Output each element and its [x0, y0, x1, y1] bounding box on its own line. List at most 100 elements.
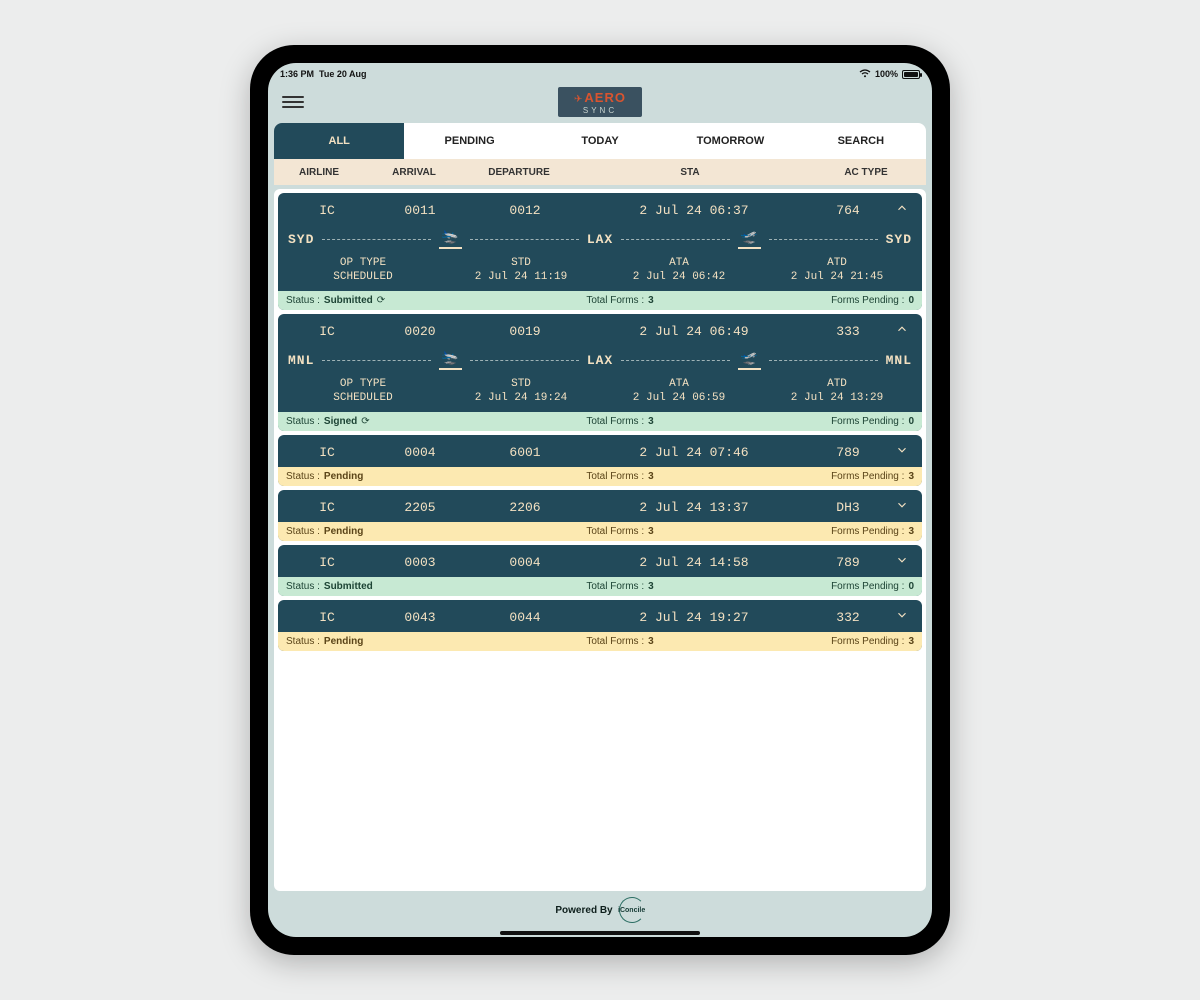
- ata-label: ATA: [600, 257, 758, 269]
- status-bar-row: Status : Submitted⟳Total Forms : 3Forms …: [278, 291, 922, 310]
- ac-type-value: 789: [808, 445, 888, 460]
- chevron-down-icon[interactable]: [888, 443, 916, 461]
- tab-pending[interactable]: PENDING: [404, 123, 534, 159]
- arrival-number: 0003: [370, 555, 470, 570]
- flight-summary-row[interactable]: IC220522062 Jul 24 13:37DH3: [278, 490, 922, 522]
- arrival-number: 0004: [370, 445, 470, 460]
- tab-all[interactable]: ALL: [274, 123, 404, 159]
- plane-takeoff-icon: 🛫: [738, 229, 760, 249]
- route-row: MNL🛬LAX🛫MNL: [278, 346, 922, 376]
- chevron-up-icon[interactable]: [888, 322, 916, 340]
- plane-landing-icon: 🛬: [439, 350, 461, 370]
- status-label: Status :: [286, 581, 320, 592]
- forms-pending-value: 0: [908, 581, 914, 592]
- detail-values-row: SCHEDULED2 Jul 24 19:242 Jul 24 06:592 J…: [278, 392, 922, 412]
- total-forms-value: 3: [648, 416, 654, 427]
- op-type-value: SCHEDULED: [284, 392, 442, 404]
- arrival-number: 0011: [370, 203, 470, 218]
- battery-percent: 100%: [875, 69, 898, 79]
- flight-summary-row[interactable]: IC004300442 Jul 24 19:27332: [278, 600, 922, 632]
- total-forms-label: Total Forms :: [586, 471, 644, 482]
- flight-summary-row[interactable]: IC000460012 Jul 24 07:46789: [278, 435, 922, 467]
- battery-icon: [902, 70, 920, 79]
- chevron-down-icon[interactable]: [888, 498, 916, 516]
- forms-pending-label: Forms Pending :: [831, 471, 904, 482]
- status-label: Status :: [286, 526, 320, 537]
- status-value: Submitted: [324, 581, 373, 592]
- total-forms-value: 3: [648, 636, 654, 647]
- device-status-bar: 1:36 PM Tue 20 Aug 100%: [268, 63, 932, 81]
- ac-type-value: DH3: [808, 500, 888, 515]
- flight-card: IC002000192 Jul 24 06:49333MNL🛬LAX🛫MNLOP…: [278, 314, 922, 431]
- sta-value: 2 Jul 24 13:37: [580, 500, 808, 515]
- ac-type-value: 332: [808, 610, 888, 625]
- status-value: Submitted: [324, 295, 373, 306]
- forms-pending-label: Forms Pending :: [831, 581, 904, 592]
- forms-pending-label: Forms Pending :: [831, 295, 904, 306]
- menu-button[interactable]: [282, 93, 304, 111]
- flight-summary-row[interactable]: IC001100122 Jul 24 06:37764: [278, 193, 922, 225]
- flight-card: IC220522062 Jul 24 13:37DH3Status : Pend…: [278, 490, 922, 541]
- forms-pending-value: 3: [908, 636, 914, 647]
- sta-value: 2 Jul 24 14:58: [580, 555, 808, 570]
- arrival-number: 0043: [370, 610, 470, 625]
- chevron-down-icon[interactable]: [888, 608, 916, 626]
- home-indicator[interactable]: [500, 931, 700, 935]
- ac-type-value: 789: [808, 555, 888, 570]
- flight-card: IC004300442 Jul 24 19:27332Status : Pend…: [278, 600, 922, 651]
- arrival-number: 2205: [370, 500, 470, 515]
- status-value: Pending: [324, 636, 363, 647]
- refresh-icon[interactable]: ⟳: [361, 416, 369, 427]
- footer: Powered By iConcile: [268, 891, 932, 937]
- atd-value: 2 Jul 24 21:45: [758, 271, 916, 283]
- airline-code: IC: [284, 445, 370, 460]
- route-dest: SYD: [886, 232, 912, 247]
- status-bar-row: Status : PendingTotal Forms : 3Forms Pen…: [278, 632, 922, 651]
- chevron-up-icon[interactable]: [888, 201, 916, 219]
- sta-value: 2 Jul 24 07:46: [580, 445, 808, 460]
- detail-labels-row: OP TYPESTDATAATD: [278, 255, 922, 271]
- std-label: STD: [442, 257, 600, 269]
- forms-pending-value: 0: [908, 295, 914, 306]
- flight-card: IC000300042 Jul 24 14:58789 Status : Subm…: [278, 545, 922, 596]
- departure-number: 6001: [470, 445, 580, 460]
- tab-today[interactable]: TODAY: [535, 123, 665, 159]
- status-label: Status :: [286, 295, 320, 306]
- tablet-frame: 1:36 PM Tue 20 Aug 100% ✈AERO SYNC: [250, 45, 950, 955]
- atd-label: ATD: [758, 378, 916, 390]
- status-bar-row: Status : PendingTotal Forms : 3Forms Pen…: [278, 467, 922, 486]
- plane-landing-icon: 🛬: [439, 229, 461, 249]
- sta-value: 2 Jul 24 06:49: [580, 324, 808, 339]
- flight-card: IC001100122 Jul 24 06:37764SYD🛬LAX🛫SYDOP…: [278, 193, 922, 310]
- tab-tomorrow[interactable]: TOMORROW: [665, 123, 795, 159]
- forms-pending-value: 0: [908, 416, 914, 427]
- col-ac-type: AC TYPE: [806, 167, 926, 178]
- flight-summary-row[interactable]: IC002000192 Jul 24 06:49333: [278, 314, 922, 346]
- ata-value: 2 Jul 24 06:42: [600, 271, 758, 283]
- airline-code: IC: [284, 500, 370, 515]
- forms-pending-label: Forms Pending :: [831, 416, 904, 427]
- status-label: Status :: [286, 636, 320, 647]
- status-value: Signed: [324, 416, 357, 427]
- detail-labels-row: OP TYPESTDATAATD: [278, 376, 922, 392]
- total-forms-label: Total Forms :: [586, 295, 644, 306]
- flight-list[interactable]: IC001100122 Jul 24 06:37764SYD🛬LAX🛫SYDOP…: [274, 189, 926, 891]
- departure-number: 0004: [470, 555, 580, 570]
- total-forms-value: 3: [648, 471, 654, 482]
- col-sta: STA: [574, 167, 806, 178]
- op-type-value: SCHEDULED: [284, 271, 442, 283]
- atd-label: ATD: [758, 257, 916, 269]
- total-forms-label: Total Forms :: [586, 526, 644, 537]
- std-label: STD: [442, 378, 600, 390]
- refresh-icon[interactable]: ⟳: [377, 295, 385, 306]
- departure-number: 2206: [470, 500, 580, 515]
- route-row: SYD🛬LAX🛫SYD: [278, 225, 922, 255]
- total-forms-value: 3: [648, 581, 654, 592]
- ac-type-value: 764: [808, 203, 888, 218]
- tab-search[interactable]: SEARCH: [796, 123, 926, 159]
- total-forms-label: Total Forms :: [586, 416, 644, 427]
- app-header: ✈AERO SYNC: [268, 81, 932, 123]
- chevron-down-icon[interactable]: [888, 553, 916, 571]
- flight-summary-row[interactable]: IC000300042 Jul 24 14:58789: [278, 545, 922, 577]
- total-forms-value: 3: [648, 526, 654, 537]
